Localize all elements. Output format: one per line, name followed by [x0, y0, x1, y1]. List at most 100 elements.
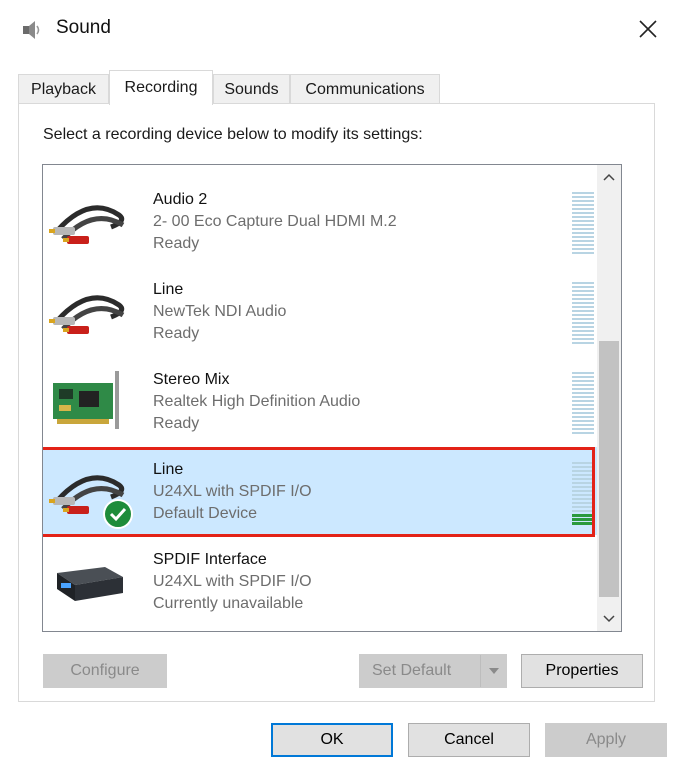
scroll-thumb[interactable]: [599, 341, 619, 597]
device-name: Line: [153, 461, 184, 478]
meter-bar: [572, 392, 594, 394]
meter-bar: [572, 518, 594, 521]
meter-bar: [572, 252, 594, 254]
meter-bar: [572, 192, 594, 194]
scroll-down-arrow[interactable]: [597, 607, 621, 631]
close-button[interactable]: [623, 4, 673, 54]
cancel-button[interactable]: Cancel: [408, 723, 530, 757]
rca-cable-icon: [49, 205, 125, 244]
level-meter: [572, 282, 594, 344]
meter-bar: [572, 474, 594, 476]
device-row-stereo-mix[interactable]: Stereo Mix Realtek High Definition Audio…: [43, 357, 615, 445]
meter-bar: [572, 326, 594, 328]
device-description: 2- 00 Eco Capture Dual HDMI M.2: [153, 213, 397, 230]
meter-bar: [572, 380, 594, 382]
default-check-icon: [103, 499, 133, 529]
scroll-up-arrow[interactable]: [597, 165, 621, 189]
meter-bar: [572, 208, 594, 210]
meter-bar: [572, 432, 594, 434]
device-row-line-newtek[interactable]: Line NewTek NDI Audio Ready: [43, 267, 615, 355]
recording-panel: Select a recording device below to modif…: [18, 103, 655, 702]
meter-bar: [572, 416, 594, 418]
meter-bar: [572, 236, 594, 238]
meter-bar: [572, 224, 594, 226]
meter-bar: [572, 334, 594, 336]
speaker-icon: [23, 21, 40, 39]
tab-recording[interactable]: Recording: [109, 70, 213, 105]
meter-bar: [572, 400, 594, 402]
meter-bar: [572, 490, 594, 492]
meter-bar: [572, 494, 594, 496]
meter-bar: [572, 384, 594, 386]
meter-bar: [572, 330, 594, 332]
level-meter: [572, 462, 594, 525]
tab-sounds[interactable]: Sounds: [213, 74, 290, 104]
meter-bar: [572, 420, 594, 422]
meter-bar: [572, 396, 594, 398]
set-default-dropdown[interactable]: [480, 655, 506, 687]
tab-strip: Playback Recording Sounds Communications: [18, 70, 658, 105]
device-status: Ready: [153, 415, 200, 432]
meter-bar: [572, 322, 594, 324]
meter-bar: [572, 290, 594, 292]
device-name: SPDIF Interface: [153, 551, 267, 568]
chevron-down-icon: [603, 615, 615, 623]
title-bar: Sound: [0, 0, 673, 60]
meter-bar: [572, 338, 594, 340]
meter-bar: [572, 462, 594, 464]
meter-bar: [572, 282, 594, 284]
device-name: Stereo Mix: [153, 371, 230, 388]
tab-playback[interactable]: Playback: [18, 74, 109, 104]
set-default-button[interactable]: Set Default: [359, 654, 507, 688]
device-description: U24XL with SPDIF I/O: [153, 483, 312, 500]
instruction-text: Select a recording device below to modif…: [43, 126, 423, 143]
sound-dialog: Sound Playback Recording Sounds Communic…: [0, 0, 673, 771]
device-row-spdif-interface[interactable]: SPDIF Interface U24XL with SPDIF I/O Cur…: [43, 537, 615, 625]
meter-bar: [572, 232, 594, 234]
window-title: Sound: [56, 17, 111, 38]
meter-bar: [572, 388, 594, 390]
configure-button[interactable]: Configure: [43, 654, 167, 688]
meter-bar: [572, 248, 594, 250]
meter-bar: [572, 514, 594, 517]
meter-bar: [572, 428, 594, 430]
meter-bar: [572, 318, 594, 320]
meter-bar: [572, 204, 594, 206]
apply-button[interactable]: Apply: [545, 723, 667, 757]
tab-communications[interactable]: Communications: [290, 74, 440, 104]
meter-bar: [572, 466, 594, 468]
meter-bar: [572, 470, 594, 472]
meter-bar: [572, 200, 594, 202]
meter-bar: [572, 510, 594, 512]
meter-bar: [572, 310, 594, 312]
meter-bar: [572, 498, 594, 500]
chevron-up-icon: [603, 173, 615, 181]
meter-bar: [572, 196, 594, 198]
properties-button[interactable]: Properties: [521, 654, 643, 688]
meter-bar: [572, 220, 594, 222]
device-list[interactable]: Audio 2 2- 00 Eco Capture Dual HDMI M.2 …: [42, 164, 622, 632]
meter-bar: [572, 522, 594, 525]
meter-bar: [572, 240, 594, 242]
meter-bar: [572, 314, 594, 316]
device-row-line-u24xl[interactable]: Line U24XL with SPDIF I/O Default Device: [43, 447, 615, 535]
meter-bar: [572, 404, 594, 406]
meter-bar: [572, 294, 594, 296]
meter-bar: [572, 482, 594, 484]
device-status: Ready: [153, 325, 200, 342]
meter-bar: [572, 478, 594, 480]
meter-bar: [572, 412, 594, 414]
meter-bar: [572, 286, 594, 288]
meter-bar: [572, 408, 594, 410]
device-description: U24XL with SPDIF I/O: [153, 573, 312, 590]
device-name: Line: [153, 281, 184, 298]
device-description: Realtek High Definition Audio: [153, 393, 361, 410]
rca-cable-icon: [49, 295, 125, 334]
close-icon: [639, 20, 657, 38]
chevron-down-icon: [488, 668, 499, 674]
meter-bar: [572, 228, 594, 230]
device-status: Currently unavailable: [153, 595, 304, 612]
vertical-scrollbar[interactable]: [597, 165, 621, 631]
device-row-audio-2[interactable]: Audio 2 2- 00 Eco Capture Dual HDMI M.2 …: [43, 177, 615, 265]
ok-button[interactable]: OK: [271, 723, 393, 757]
